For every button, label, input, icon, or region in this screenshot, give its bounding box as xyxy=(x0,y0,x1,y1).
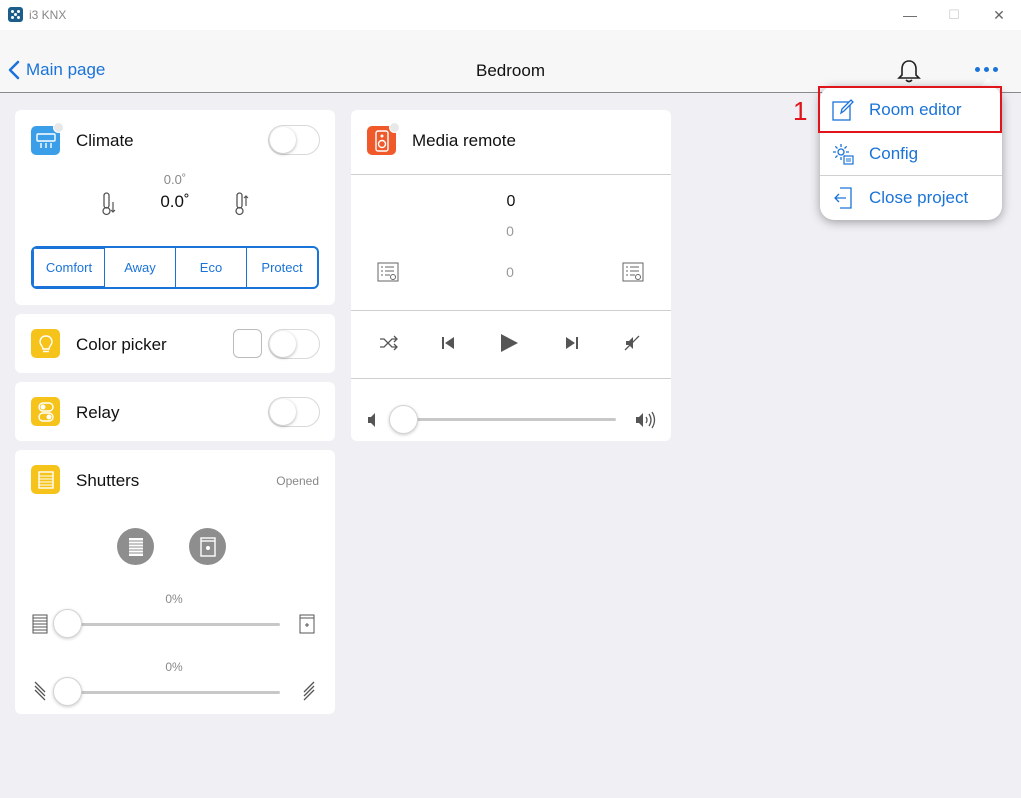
shutter-tilt-slider[interactable] xyxy=(67,691,280,694)
playlist-right-icon[interactable] xyxy=(622,262,644,282)
color-picker-card: Color picker xyxy=(15,314,335,373)
shutter-position-label: 0% xyxy=(165,592,183,606)
mode-eco-button[interactable]: Eco xyxy=(176,248,247,287)
climate-current: 0.0˚ xyxy=(160,192,190,211)
notifications-button[interactable] xyxy=(897,58,921,89)
play-icon[interactable] xyxy=(498,332,520,354)
shutter-close-button[interactable] xyxy=(117,528,154,565)
more-menu-button[interactable] xyxy=(975,67,998,72)
maximize-button[interactable]: ☐ xyxy=(944,5,964,25)
shutter-open-small-icon xyxy=(299,614,315,634)
shutter-tilt-label: 0% xyxy=(165,660,183,674)
color-swatch[interactable] xyxy=(233,329,262,358)
color-picker-toggle[interactable] xyxy=(268,329,320,359)
media-title: Media remote xyxy=(412,131,516,150)
dot-icon xyxy=(993,67,998,72)
shutter-open-icon xyxy=(199,536,216,557)
dot-icon xyxy=(975,67,980,72)
shutter-open-button[interactable] xyxy=(189,528,226,565)
speaker-icon[interactable] xyxy=(367,122,400,155)
app-logo-icon xyxy=(8,7,23,22)
window-titlebar: i3 KNX — ☐ ✕ xyxy=(0,0,1021,30)
mute-icon[interactable] xyxy=(623,334,641,352)
climate-icon[interactable] xyxy=(31,122,64,155)
relay-icon[interactable] xyxy=(31,397,60,426)
media-remote-card: Media remote 0 0 0 xyxy=(351,110,671,441)
shutter-closed-icon xyxy=(128,537,143,556)
annotation-highlight-box xyxy=(818,86,1002,133)
volume-slider[interactable] xyxy=(403,418,616,421)
menu-item-label: Close project xyxy=(869,188,969,207)
media-divider xyxy=(351,174,671,175)
slats-closed-icon xyxy=(34,681,46,701)
bell-icon xyxy=(897,60,921,83)
thermometer-down-icon[interactable] xyxy=(99,192,117,216)
shuffle-icon[interactable] xyxy=(379,335,399,351)
climate-title: Climate xyxy=(76,131,134,150)
thermometer-up-icon[interactable] xyxy=(232,192,250,216)
exit-icon xyxy=(834,187,852,209)
mode-comfort-button[interactable]: Comfort xyxy=(33,248,105,287)
shutter-icon[interactable] xyxy=(31,465,60,494)
media-value-main: 0 xyxy=(506,193,516,210)
shutters-card: Shutters Opened 0% 0% xyxy=(15,450,335,714)
relay-toggle[interactable] xyxy=(268,397,320,427)
climate-card: Climate 0.0˚ 0.0˚ Comfort Away Eco Prote… xyxy=(15,110,335,305)
color-picker-title: Color picker xyxy=(76,335,167,354)
media-divider xyxy=(351,310,671,311)
shutter-closed-small-icon xyxy=(32,614,48,634)
climate-setpoint: 0.0˚ xyxy=(163,172,187,187)
media-divider xyxy=(351,378,671,379)
volume-high-icon xyxy=(636,411,656,429)
menu-item-config[interactable]: Config xyxy=(820,132,1002,176)
close-window-button[interactable]: ✕ xyxy=(989,5,1009,25)
app-header: Main page Bedroom xyxy=(0,30,1021,93)
climate-mode-selector: Comfort Away Eco Protect xyxy=(31,246,319,289)
window-title: i3 KNX xyxy=(29,8,67,22)
page-title: Bedroom xyxy=(476,61,545,80)
shutter-position-slider[interactable] xyxy=(67,623,280,626)
volume-knob[interactable] xyxy=(389,405,418,434)
menu-item-close-project[interactable]: Close project xyxy=(820,176,1002,220)
status-dot-icon xyxy=(53,122,64,133)
slats-open-icon xyxy=(303,681,315,701)
relay-card: Relay xyxy=(15,382,335,441)
volume-low-icon xyxy=(368,413,375,427)
mode-protect-button[interactable]: Protect xyxy=(247,248,317,287)
menu-item-label: Config xyxy=(869,144,919,163)
relay-title: Relay xyxy=(76,403,120,422)
minimize-button[interactable]: — xyxy=(900,5,920,25)
annotation-number: 1 xyxy=(793,96,808,126)
status-dot-icon xyxy=(389,122,400,133)
shutters-status: Opened xyxy=(276,474,319,488)
dot-icon xyxy=(984,67,989,72)
mode-away-button[interactable]: Away xyxy=(105,248,176,287)
gear-config-icon xyxy=(833,144,854,165)
shutters-title: Shutters xyxy=(76,471,140,490)
bulb-icon[interactable] xyxy=(31,329,60,358)
previous-track-icon[interactable] xyxy=(440,335,456,351)
next-track-icon[interactable] xyxy=(564,335,580,351)
shutter-position-knob[interactable] xyxy=(53,609,82,638)
climate-toggle[interactable] xyxy=(268,125,320,155)
media-value-sub: 0 xyxy=(506,223,514,239)
shutter-tilt-knob[interactable] xyxy=(53,677,82,706)
